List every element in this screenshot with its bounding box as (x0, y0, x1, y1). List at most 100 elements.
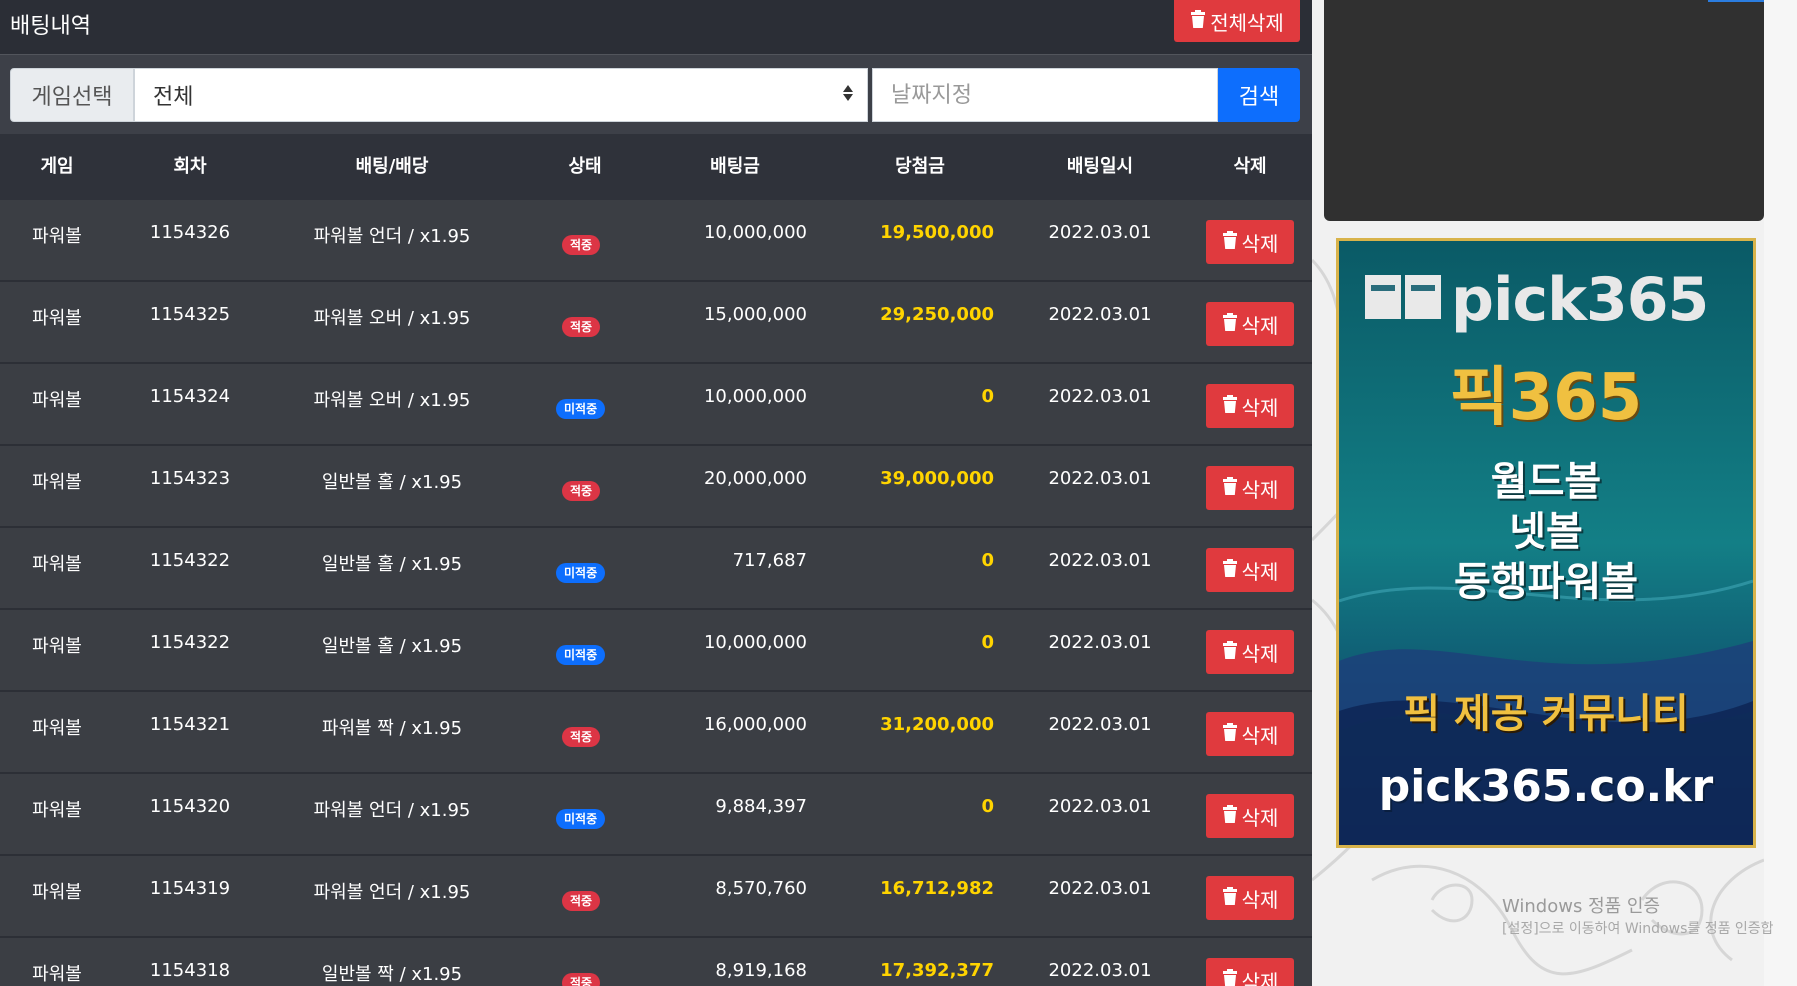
cell-winnings: 0 (981, 796, 994, 817)
delete-row-label: 삭제 (1241, 887, 1279, 912)
cell-amount: 8,570,760 (715, 878, 807, 899)
cell-game: 파워볼 (32, 882, 82, 903)
filter-bar: 게임선택 전체 검색 (0, 54, 1312, 134)
cell-round: 1154325 (149, 304, 231, 325)
banner-brand-korean: 픽365 (1449, 361, 1643, 435)
status-badge: 미적중 (556, 399, 606, 419)
table-row: 파워볼 1154319 파워볼 언더 / x1.95 적중 8,570,760 16,71… (0, 856, 1312, 938)
cell-winnings: 16,712,982 (880, 878, 994, 899)
trash-icon (1222, 558, 1238, 582)
status-badge: 미적중 (556, 563, 606, 583)
trash-icon (1222, 968, 1238, 986)
cell-date: 2022.03.01 (1048, 960, 1152, 981)
cell-amount: 10,000,000 (703, 632, 807, 653)
cell-bet: 파워볼 언더 / x1.95 (313, 882, 471, 903)
delete-row-button[interactable]: 삭제 (1206, 958, 1294, 986)
cell-game: 파워볼 (32, 718, 82, 739)
trash-icon (1222, 886, 1238, 910)
delete-row-button[interactable]: 삭제 (1206, 548, 1294, 592)
date-input[interactable] (872, 68, 1218, 122)
table-row: 파워볼 1154325 파워볼 오버 / x1.95 적중 15,000,000 29,2… (0, 282, 1312, 364)
page-title: 배팅내역 (10, 14, 91, 39)
header-bar: 배팅내역 전체삭제 (0, 0, 1312, 54)
cell-amount: 15,000,000 (703, 304, 807, 325)
cell-game: 파워볼 (32, 472, 82, 493)
trash-icon (1222, 476, 1238, 500)
table-row: 파워볼 1154322 일반볼 홀 / x1.95 미적중 10,000,000 0 202… (0, 610, 1312, 692)
table-row: 파워볼 1154320 파워볼 언더 / x1.95 미적중 9,884,397 0 202… (0, 774, 1312, 856)
cell-winnings: 0 (981, 386, 994, 407)
cell-winnings: 17,392,377 (880, 960, 994, 981)
cell-amount: 10,000,000 (703, 222, 807, 243)
delete-row-button[interactable]: 삭제 (1206, 876, 1294, 920)
cell-game: 파워볼 (32, 308, 82, 329)
table-row: 파워볼 1154326 파워볼 언더 / x1.95 적중 10,000,000 19,5… (0, 200, 1312, 282)
cell-winnings: 0 (981, 632, 994, 653)
game-select-label: 게임선택 (10, 68, 134, 122)
cell-bet: 일반볼 홀 / x1.95 (321, 554, 463, 575)
delete-row-button[interactable]: 삭제 (1206, 712, 1294, 756)
status-badge: 미적중 (556, 809, 606, 829)
cell-bet: 파워볼 오버 / x1.95 (313, 308, 471, 329)
delete-row-label: 삭제 (1241, 969, 1279, 986)
delete-row-button[interactable]: 삭제 (1206, 220, 1294, 264)
delete-row-label: 삭제 (1241, 641, 1279, 666)
cell-winnings: 19,500,000 (880, 222, 994, 243)
delete-all-label: 전체삭제 (1210, 10, 1284, 35)
status-badge: 적중 (562, 727, 601, 747)
delete-row-button[interactable]: 삭제 (1206, 466, 1294, 510)
delete-all-button[interactable]: 전체삭제 (1174, 0, 1300, 42)
cell-bet: 일반볼 짝 / x1.95 (321, 964, 463, 985)
trash-icon (1190, 9, 1206, 33)
cell-bet: 파워볼 언더 / x1.95 (313, 226, 471, 247)
cell-amount: 10,000,000 (703, 386, 807, 407)
cell-round: 1154318 (149, 960, 231, 981)
cell-date: 2022.03.01 (1048, 878, 1152, 899)
column-header-status: 상태 (568, 156, 602, 177)
cell-winnings: 31,200,000 (880, 714, 994, 735)
delete-row-label: 삭제 (1241, 559, 1279, 584)
windows-activation-title: Windows 정품 인증 (1502, 896, 1661, 917)
cell-round: 1154322 (149, 550, 231, 571)
cell-round: 1154319 (149, 878, 231, 899)
search-button[interactable]: 검색 (1218, 68, 1300, 122)
trash-icon (1222, 394, 1238, 418)
table-row: 파워볼 1154321 파워볼 짝 / x1.95 적중 16,000,000 31,20… (0, 692, 1312, 774)
column-header-date: 배팅일시 (1066, 156, 1134, 177)
column-header-delete: 삭제 (1233, 156, 1267, 177)
cell-game: 파워볼 (32, 226, 82, 247)
status-badge: 적중 (562, 235, 601, 255)
table-header: 게임 회차 배팅/배당 상태 배팅금 당첨금 배팅일시 삭제 (0, 134, 1312, 200)
game-select[interactable]: 전체 (134, 68, 868, 122)
cell-date: 2022.03.01 (1048, 304, 1152, 325)
status-badge: 적중 (562, 891, 601, 911)
delete-row-button[interactable]: 삭제 (1206, 302, 1294, 346)
column-header-winnings: 당첨금 (895, 156, 945, 177)
cell-bet: 일반볼 홀 / x1.95 (321, 636, 463, 657)
delete-row-label: 삭제 (1241, 723, 1279, 748)
cell-game: 파워볼 (32, 554, 82, 575)
banner-game-3: 동행파워볼 (1454, 559, 1638, 605)
game-select-value: 전체 (153, 85, 194, 110)
cell-winnings: 0 (981, 550, 994, 571)
cell-game: 파워볼 (32, 800, 82, 821)
cell-round: 1154324 (149, 386, 231, 407)
pick365-ad-banner[interactable]: pick365 픽365 월드볼 넷볼 동행파워볼 픽 제공 커뮤니티 pick… (1336, 238, 1756, 848)
cell-date: 2022.03.01 (1048, 468, 1152, 489)
column-header-amount: 배팅금 (710, 156, 760, 177)
table-row: 파워볼 1154322 일반볼 홀 / x1.95 미적중 717,687 0 2022.0… (0, 528, 1312, 610)
cell-round: 1154320 (149, 796, 231, 817)
right-sidebar: pick365 픽365 월드볼 넷볼 동행파워볼 픽 제공 커뮤니티 pick… (1312, 0, 1797, 986)
delete-row-button[interactable]: 삭제 (1206, 794, 1294, 838)
status-badge: 적중 (562, 317, 601, 337)
delete-row-button[interactable]: 삭제 (1206, 630, 1294, 674)
cell-date: 2022.03.01 (1048, 796, 1152, 817)
table-row: 파워볼 1154324 파워볼 오버 / x1.95 미적중 10,000,000 0 20… (0, 364, 1312, 446)
cell-amount: 16,000,000 (703, 714, 807, 735)
trash-icon (1222, 312, 1238, 336)
banner-tagline: 픽 제공 커뮤니티 (1403, 691, 1689, 737)
delete-row-label: 삭제 (1241, 313, 1279, 338)
status-badge: 적중 (562, 481, 601, 501)
cell-amount: 20,000,000 (703, 468, 807, 489)
delete-row-button[interactable]: 삭제 (1206, 384, 1294, 428)
